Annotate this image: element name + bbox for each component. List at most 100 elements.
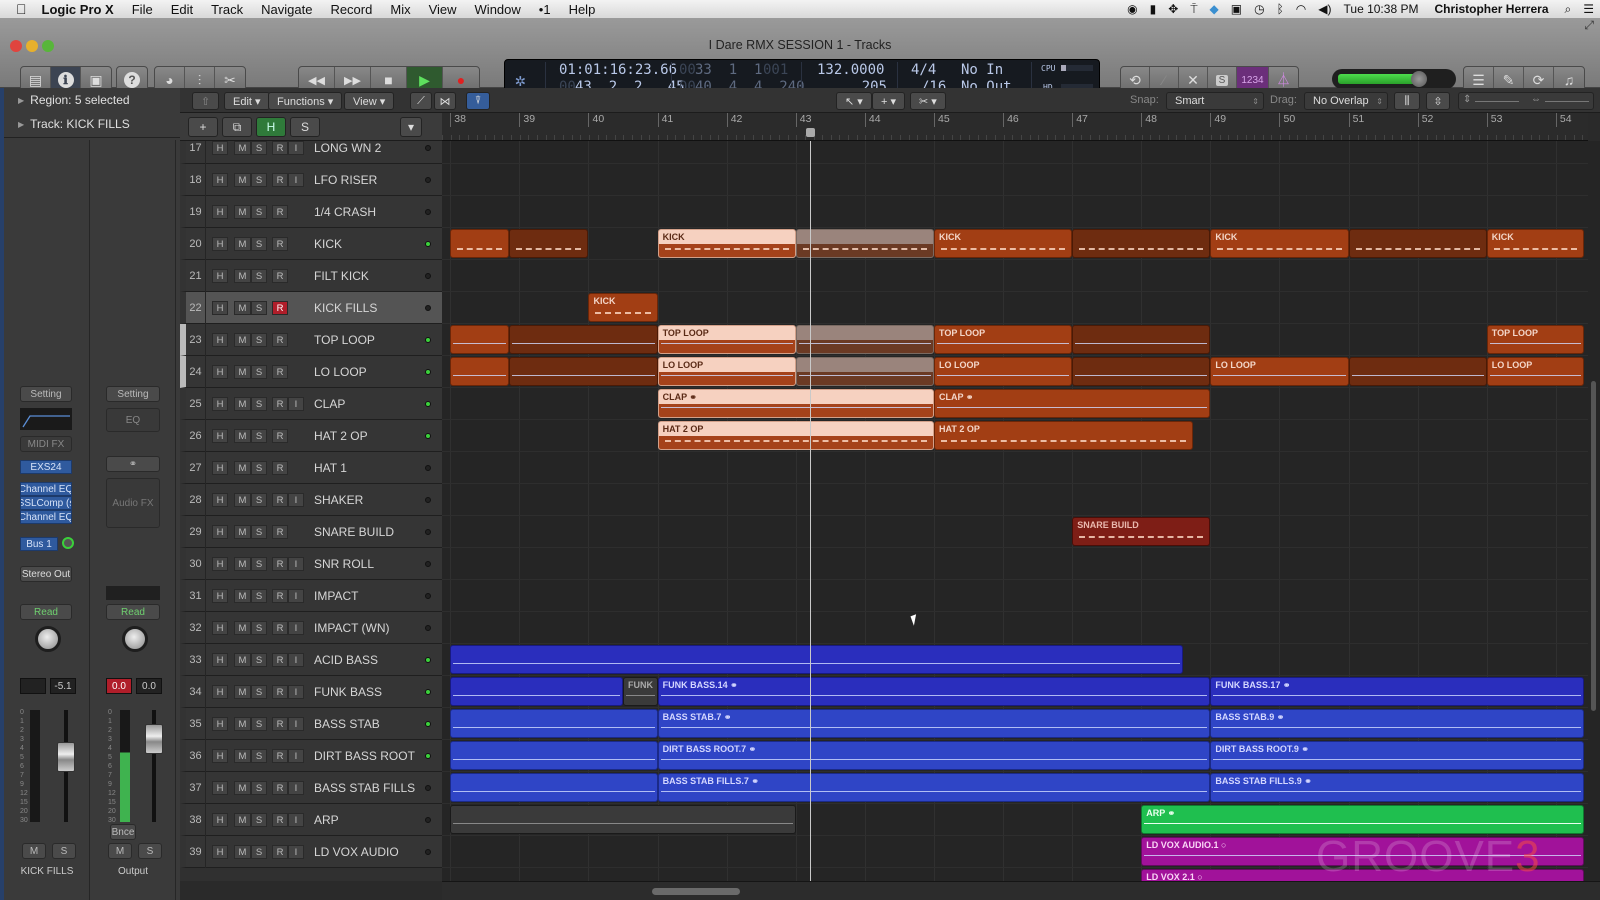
horizontal-scroll-thumb[interactable] <box>652 888 740 895</box>
track-name[interactable]: FILT KICK <box>314 260 369 292</box>
region[interactable] <box>450 741 658 770</box>
track-lane[interactable] <box>442 580 1588 612</box>
ua-icon[interactable]: ◆ <box>1204 2 1225 16</box>
track-m-button[interactable]: M <box>234 237 251 251</box>
track-m-button[interactable]: M <box>234 301 251 315</box>
clipboard-icon[interactable]: ▮ <box>1144 2 1163 16</box>
region[interactable] <box>450 805 796 834</box>
track-name[interactable]: CLAP <box>314 388 345 420</box>
track-r-button[interactable]: R <box>272 781 288 795</box>
dropbox-icon[interactable]: ✥ <box>1162 2 1184 16</box>
region[interactable]: CLAP ⚭ <box>933 389 1211 418</box>
track-header-row[interactable]: 37 H M S R I BASS STAB FILLS <box>180 772 442 804</box>
track-name[interactable]: 1/4 CRASH <box>314 196 376 228</box>
track-h-button[interactable]: H <box>212 621 228 635</box>
track-s-button[interactable]: S <box>251 749 267 763</box>
eq-thumbnail[interactable] <box>20 408 72 430</box>
volume-fader[interactable] <box>57 742 75 772</box>
track-inspector-toggle[interactable]: ▶ Track: KICK FILLS <box>4 112 180 136</box>
track-m-button[interactable]: M <box>234 493 251 507</box>
user-name[interactable]: Christopher Herrera <box>1424 2 1558 16</box>
track-h-button[interactable]: H <box>212 141 228 155</box>
go-up-button[interactable]: ⇧ <box>192 92 220 110</box>
region[interactable] <box>1072 357 1211 386</box>
track-s-button[interactable]: S <box>251 557 267 571</box>
flex-button[interactable]: ⋈ <box>434 92 456 110</box>
record-circle-icon[interactable]: ◉ <box>1121 2 1143 16</box>
track-r-button[interactable]: R <box>272 173 288 187</box>
menu-window[interactable]: Window <box>466 2 530 17</box>
region[interactable] <box>509 325 658 354</box>
region[interactable]: KICK <box>933 229 1073 258</box>
track-m-button[interactable]: M <box>234 141 251 155</box>
vertical-zoom-slider[interactable] <box>1475 101 1519 102</box>
track-header-row[interactable]: 23 H M S R TOP LOOP <box>180 324 442 356</box>
bar-ruler[interactable]: 38 39 40 41 42 43 44 45 46 47 48 49 50 51 52 53 54 <box>442 113 1588 141</box>
track-r-button[interactable]: R <box>272 525 288 539</box>
region[interactable]: KICK <box>1210 229 1349 258</box>
ruler-bar-40[interactable]: 40 <box>588 113 604 127</box>
notification-center-icon[interactable]: ☰ <box>1577 2 1600 16</box>
vertical-scroll-thumb[interactable] <box>1591 381 1596 711</box>
track-m-button[interactable]: M <box>234 749 251 763</box>
track-s-button[interactable]: S <box>251 269 267 283</box>
track-header-row[interactable]: 31 H M S R I IMPACT <box>180 580 442 612</box>
track-header-row[interactable]: 27 H M S R HAT 1 <box>180 452 442 484</box>
region[interactable]: BASS STAB FILLS.9 ⚭ <box>1210 773 1584 802</box>
track-h-button[interactable]: H <box>212 525 228 539</box>
track-s-button[interactable]: S <box>251 141 267 155</box>
track-r-button[interactable]: R <box>272 269 288 283</box>
track-i-button[interactable]: I <box>288 621 304 635</box>
track-r-button[interactable]: R <box>272 365 288 379</box>
setting-button[interactable]: Setting <box>106 386 160 402</box>
track-m-button[interactable]: M <box>234 397 251 411</box>
menu-help[interactable]: Help <box>560 2 605 17</box>
mute-button[interactable]: M <box>108 843 132 859</box>
instrument-slot[interactable]: EXS24 <box>20 460 72 474</box>
track-lane[interactable] <box>442 196 1588 228</box>
arrange-area[interactable]: KICK KICK KICK KICK KICK TOP LOOP TOP LOOP TOP … <box>442 141 1588 881</box>
track-header-row[interactable]: 18 H M S R I LFO RISER <box>180 164 442 196</box>
ruler-bar-51[interactable]: 51 <box>1348 113 1364 127</box>
track-header-row[interactable]: 39 H M S R I LD VOX AUDIO <box>180 836 442 868</box>
track-m-button[interactable]: M <box>234 173 251 187</box>
track-name[interactable]: FUNK BASS <box>314 676 382 708</box>
menu-navigate[interactable]: Navigate <box>252 2 321 17</box>
peak-readout[interactable]: 0.0 <box>106 678 132 694</box>
track-name[interactable]: IMPACT <box>314 580 358 612</box>
automation-mode[interactable]: Read <box>106 604 160 620</box>
lcd-left-locator[interactable]: 33 1 1 <box>695 62 762 78</box>
track-m-button[interactable]: M <box>234 621 251 635</box>
track-m-button[interactable]: M <box>234 845 251 859</box>
track-s-button[interactable]: S <box>251 493 267 507</box>
automation-button[interactable]: ⟋ <box>410 92 432 110</box>
pointer-tool-menu[interactable]: ↖ ▾ <box>836 92 872 110</box>
track-r-button[interactable]: R <box>272 141 288 155</box>
track-i-button[interactable]: I <box>288 557 304 571</box>
track-s-button[interactable]: S <box>251 205 267 219</box>
track-header-row[interactable]: 29 H M S R SNARE BUILD <box>180 516 442 548</box>
apple-logo-icon[interactable]:  <box>0 1 33 17</box>
region[interactable]: BASS STAB FILLS.7 ⚭ <box>657 773 1211 802</box>
track-header-row[interactable]: 20 H M S R KICK <box>180 228 442 260</box>
track-i-button[interactable]: I <box>288 813 304 827</box>
audio-fx-slot-1[interactable]: Channel EQ <box>20 482 72 496</box>
pan-knob[interactable] <box>122 626 148 652</box>
track-r-button[interactable]: R <box>272 333 288 347</box>
track-r-button[interactable]: R <box>272 717 288 731</box>
track-h-button[interactable]: H <box>212 653 228 667</box>
fit-content-button[interactable]: ⇳ <box>1426 92 1450 110</box>
region[interactable] <box>795 325 934 354</box>
track-r-button[interactable]: R <box>272 429 288 443</box>
ruler-bar-53[interactable]: 53 <box>1486 113 1502 127</box>
track-name[interactable]: SHAKER <box>314 484 363 516</box>
region[interactable]: DIRT BASS ROOT.9 ⚭ <box>1210 741 1584 770</box>
region[interactable] <box>450 773 658 802</box>
track-h-button[interactable]: H <box>212 557 228 571</box>
menu-record[interactable]: Record <box>321 2 381 17</box>
track-header-row[interactable]: 30 H M S R I SNR ROLL <box>180 548 442 580</box>
zoom-sliders[interactable]: ⇕ ⇔ <box>1458 92 1594 110</box>
track-lane[interactable] <box>442 141 1588 164</box>
region[interactable] <box>1072 229 1211 258</box>
region[interactable]: HAT 2 OP <box>933 421 1194 450</box>
